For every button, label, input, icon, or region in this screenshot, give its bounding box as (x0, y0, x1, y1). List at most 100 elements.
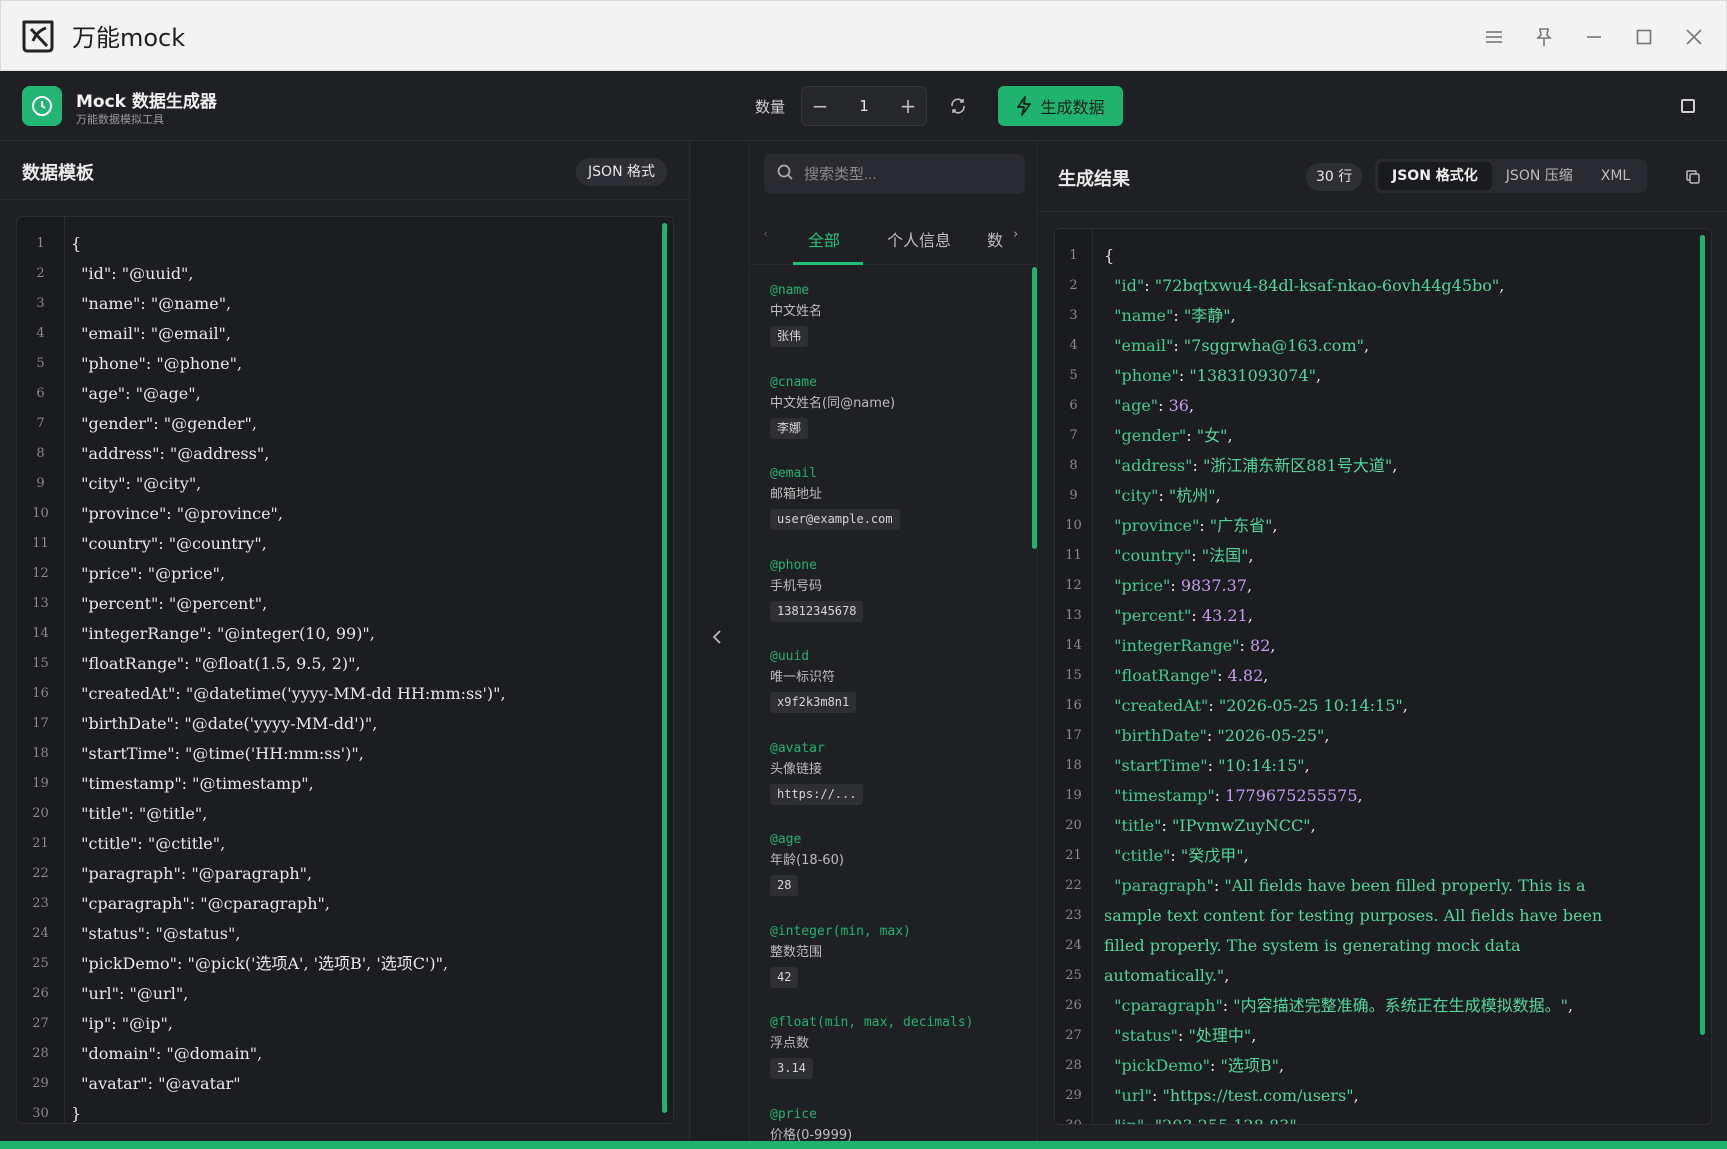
type-item[interactable]: @age 年龄(18-60) 28 (770, 830, 1010, 922)
app-title: 万能mock (72, 24, 186, 52)
json-punct: : (1206, 726, 1218, 745)
template-code[interactable]: { "id": "@uuid", "name": "@name", "email… (71, 229, 506, 1123)
clock-icon (22, 86, 62, 126)
type-description: 中文姓名 (770, 304, 823, 319)
code-line: "name": "@name", (71, 294, 232, 313)
type-example: 28 (770, 875, 799, 896)
type-description: 价格(0-9999) (770, 1127, 853, 1142)
json-punct: , (1248, 546, 1254, 565)
quantity-stepper: − 1 + (801, 86, 927, 126)
json-punct: : (1173, 336, 1184, 355)
format-badge: JSON 格式 (576, 158, 667, 186)
json-punct: : (1170, 576, 1181, 595)
json-punct: , (1392, 456, 1398, 475)
line-number: 5 (36, 356, 45, 371)
result-line: "price": 9837.37, (1104, 571, 1602, 601)
json-punct: : (1178, 1026, 1189, 1045)
increment-button[interactable]: + (890, 87, 926, 125)
json-punct: , (1227, 426, 1233, 445)
minimize-icon[interactable] (1582, 25, 1606, 49)
json-punct: , (1499, 276, 1505, 295)
type-item[interactable]: @cname 中文姓名(同@name) 李娜 (770, 373, 1010, 465)
result-line: "ip": "203.255.128.83", (1104, 1111, 1602, 1124)
json-number: 9837.37 (1180, 576, 1247, 595)
line-number: 5 (1069, 368, 1078, 383)
line-number: 10 (1065, 518, 1082, 533)
code-line: "birthDate": "@date('yyyy-MM-dd')", (71, 714, 378, 733)
line-number: 10 (32, 506, 49, 521)
quantity-value[interactable]: 1 (838, 97, 890, 115)
type-item[interactable]: @float(min, max, decimals) 浮点数 3.14 (770, 1013, 1010, 1105)
result-line: "ctitle": "癸戊甲", (1104, 841, 1602, 871)
result-line: "floatRange": 4.82, (1104, 661, 1602, 691)
type-item[interactable]: @integer(min, max) 整数范围 42 (770, 922, 1010, 1014)
window-titlebar: 万能mock (0, 0, 1727, 71)
types-scrollbar[interactable] (1032, 267, 1037, 549)
decrement-button[interactable]: − (802, 87, 838, 125)
code-line: "ctitle": "@ctitle", (71, 834, 226, 853)
json-punct: { (1104, 246, 1115, 265)
template-panel-title: 数据模板 (22, 163, 94, 184)
type-item[interactable]: @phone 手机号码 13812345678 (770, 556, 1010, 648)
result-line: automatically.", (1104, 961, 1602, 991)
json-key: "integerRange" (1104, 636, 1240, 655)
pin-icon[interactable] (1532, 25, 1556, 49)
line-number: 12 (1065, 578, 1082, 593)
json-punct: : (1151, 1086, 1163, 1105)
line-number: 17 (32, 716, 49, 731)
code-line: "country": "@country", (71, 534, 267, 553)
mode-json-compressed[interactable]: JSON 压缩 (1492, 162, 1587, 190)
json-key: "id" (1104, 276, 1145, 295)
type-item[interactable]: @email 邮箱地址 user@example.com (770, 464, 1010, 556)
type-description: 年龄(18-60) (770, 853, 844, 868)
tabs-scroll-left-icon[interactable]: ‹ (763, 227, 768, 242)
tab-number[interactable]: 数 (987, 227, 1003, 251)
result-scrollbar[interactable] (1700, 235, 1705, 1035)
tab-all[interactable]: 全部 (808, 227, 840, 251)
copy-icon[interactable] (1685, 169, 1701, 185)
type-item[interactable]: @name 中文姓名 张伟 (770, 281, 1010, 373)
json-key: "ip" (1104, 1116, 1144, 1124)
type-item[interactable]: @uuid 唯一标识符 x9f2k3m8n1 (770, 647, 1010, 739)
line-number: 27 (1065, 1028, 1082, 1043)
result-code[interactable]: { "id": "72bqtxwu4-84dl-ksaf-nkao-6ovh44… (1104, 241, 1602, 1124)
collapse-strip (690, 141, 750, 1141)
result-viewer[interactable]: 1 2 3 4 5 6 7 8 9 10 11 12 13 14 15 16 17 18 19 20 21 22 23 24 2… (1054, 228, 1712, 1125)
type-key: @avatar (770, 740, 825, 756)
json-key: "city" (1104, 486, 1159, 505)
refresh-icon[interactable] (947, 95, 969, 117)
square-icon[interactable] (1681, 99, 1695, 113)
search-input[interactable] (804, 165, 1004, 183)
json-number: 4.82 (1227, 666, 1264, 685)
menu-icon[interactable] (1482, 25, 1506, 49)
json-punct: : (1158, 396, 1169, 415)
line-number: 12 (32, 566, 49, 581)
tab-personal-info[interactable]: 个人信息 (887, 227, 951, 251)
template-editor[interactable]: 1 2 3 4 5 6 7 8 9 10 11 12 13 14 15 16 17 18 19 20 21 22 23 24 2… (16, 216, 674, 1124)
line-number: 13 (1065, 608, 1082, 623)
close-icon[interactable] (1682, 25, 1706, 49)
tabs-scroll-right-icon[interactable]: › (1013, 227, 1018, 242)
result-line: "birthDate": "2026-05-25", (1104, 721, 1602, 751)
json-string: "浙江浦东新区881号大道" (1202, 456, 1393, 475)
result-panel-title: 生成结果 (1058, 169, 1130, 190)
code-line: "cparagraph": "@cparagraph", (71, 894, 330, 913)
json-punct: : (1207, 756, 1219, 775)
chevron-left-icon[interactable] (712, 629, 722, 650)
generate-button[interactable]: 生成数据 (998, 86, 1123, 126)
maximize-icon[interactable] (1632, 25, 1656, 49)
line-number: 3 (36, 296, 45, 311)
template-scrollbar[interactable] (662, 223, 667, 1113)
mode-xml[interactable]: XML (1587, 162, 1644, 190)
mode-json-formatted[interactable]: JSON 格式化 (1378, 162, 1492, 190)
json-punct: : (1213, 876, 1225, 895)
result-line: filled properly. The system is generatin… (1104, 931, 1602, 961)
json-punct: , (1568, 996, 1574, 1015)
type-example: 李娜 (770, 417, 809, 439)
code-line: "age": "@age", (71, 384, 201, 403)
type-item[interactable]: @price 价格(0-9999) (770, 1105, 1010, 1142)
json-key: "phone" (1104, 366, 1179, 385)
json-punct: : (1192, 456, 1203, 475)
type-item[interactable]: @avatar 头像链接 https://... (770, 739, 1010, 831)
json-punct: : (1186, 426, 1197, 445)
